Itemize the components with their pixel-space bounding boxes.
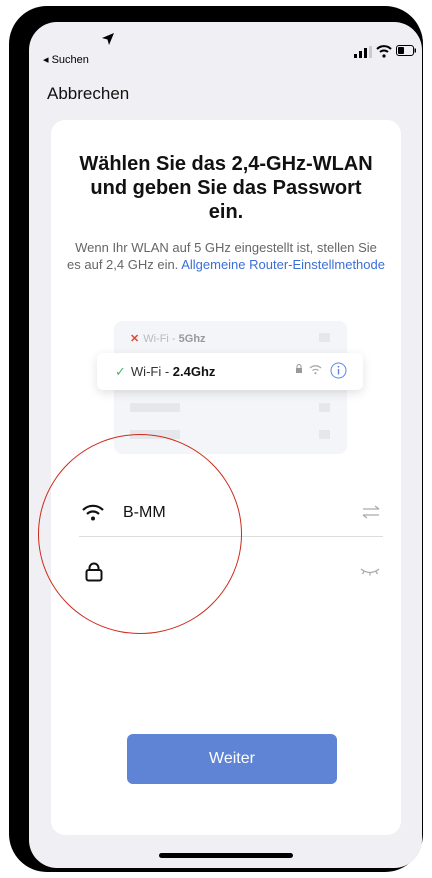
illustration-placeholder (130, 403, 180, 412)
home-indicator[interactable] (159, 853, 293, 858)
status-bar: ◂ Suchen (29, 22, 422, 66)
next-button[interactable]: Weiter (127, 734, 337, 784)
phone-frame: ◂ Suchen Abbrechen Wählen Sie das 2,4-GH… (9, 6, 423, 872)
info-icon (330, 362, 347, 379)
switch-network-icon[interactable] (362, 505, 380, 519)
cancel-button[interactable]: Abbrechen (47, 84, 129, 104)
illustration-placeholder (319, 403, 330, 412)
annotation-circle (38, 434, 242, 634)
back-to-app-link[interactable]: ◂ Suchen (43, 53, 89, 66)
page-title: Wählen Sie das 2,4-GHz-WLAN und geben Si… (79, 153, 373, 223)
cross-icon: ✕ (130, 333, 140, 345)
location-arrow-icon (102, 33, 114, 45)
small-wifi-icon (309, 365, 322, 375)
small-lock-icon (296, 364, 302, 373)
signal-icon (354, 46, 372, 58)
wifi-24ghz-row: ✓ Wi-Fi - 2.4Ghz (97, 353, 363, 390)
wifi-5ghz-row: ✕ Wi-Fi - 5Ghz (130, 333, 206, 345)
illustration-placeholder (319, 430, 330, 439)
check-icon: ✓ (115, 364, 126, 379)
battery-icon (396, 45, 416, 56)
instruction-text: Wenn Ihr WLAN auf 5 GHz eingestellt ist,… (67, 239, 385, 273)
screen: ◂ Suchen Abbrechen Wählen Sie das 2,4-GH… (29, 22, 422, 868)
illustration-placeholder (319, 333, 330, 342)
wifi-status-icon (376, 45, 392, 58)
hide-password-icon[interactable] (360, 567, 380, 577)
router-settings-link[interactable]: Allgemeine Router-Einstellmethode (181, 257, 385, 272)
